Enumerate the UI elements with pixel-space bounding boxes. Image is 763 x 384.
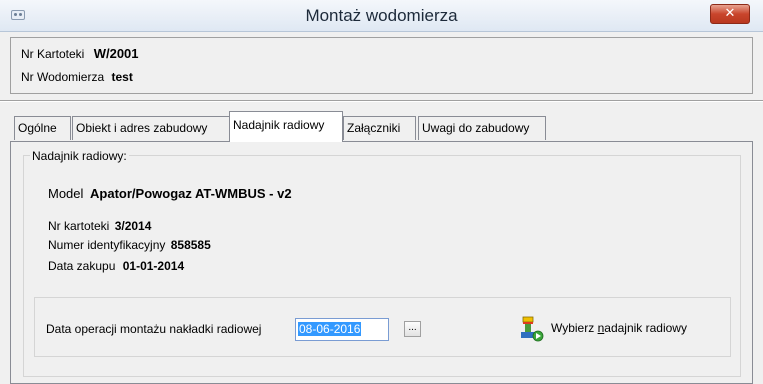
radio-card-row: Nr kartoteki 3/2014 [48,219,151,233]
radio-transmitter-icon [521,316,544,342]
card-number-row: Nr Kartoteki W/2001 [21,46,139,61]
section-divider [0,100,763,102]
title-bar: Montaż wodomierza ✕ [0,0,763,32]
meter-number-row: Nr Wodomierza test [21,70,133,84]
tab-radio-transmitter[interactable]: Nadajnik radiowy [229,111,343,142]
model-value: Apator/Powogaz AT-WMBUS - v2 [90,186,292,201]
close-button[interactable]: ✕ [710,4,750,24]
radio-group-title: Nadajnik radiowy: [30,149,129,163]
installation-date-input[interactable]: 08-06-2016 [295,318,389,341]
radio-id-row: Numer identyfikacyjny 858585 [48,238,211,252]
tab-installation-notes[interactable]: Uwagi do zabudowy [418,116,546,140]
model-label: Model [48,186,84,201]
meter-number-label: Nr Wodomierza [21,70,105,84]
purchase-date-row: Data zakupu 01-01-2014 [48,259,184,273]
radio-id-label: Numer identyfikacyjny [48,238,166,252]
radio-card-label: Nr kartoteki [48,219,110,233]
model-row: Model Apator/Powogaz AT-WMBUS - v2 [48,186,292,201]
select-radio-transmitter-button[interactable]: Wybierz nadajnik radiowy [517,315,707,342]
card-number-label: Nr Kartoteki [21,47,85,61]
installation-date-value: 08-06-2016 [298,322,362,336]
purchase-date-label: Data zakupu [48,259,116,273]
tab-attachments[interactable]: Załączniki [343,116,416,140]
radio-id-value: 858585 [170,238,211,252]
radio-card-value: 3/2014 [114,219,152,233]
window-title: Montaż wodomierza [305,6,458,25]
tab-object-address[interactable]: Obiekt i adres zabudowy [72,116,232,140]
date-picker-button[interactable]: ... [404,321,421,337]
tab-general[interactable]: Ogólne [14,116,71,140]
select-radio-transmitter-label: Wybierz nadajnik radiowy [551,321,687,335]
meter-number-value: test [111,70,133,84]
card-number-value: W/2001 [93,46,139,61]
purchase-date-value: 01-01-2014 [122,259,185,273]
installation-date-label: Data operacji montażu nakładki radiowej [46,322,262,336]
